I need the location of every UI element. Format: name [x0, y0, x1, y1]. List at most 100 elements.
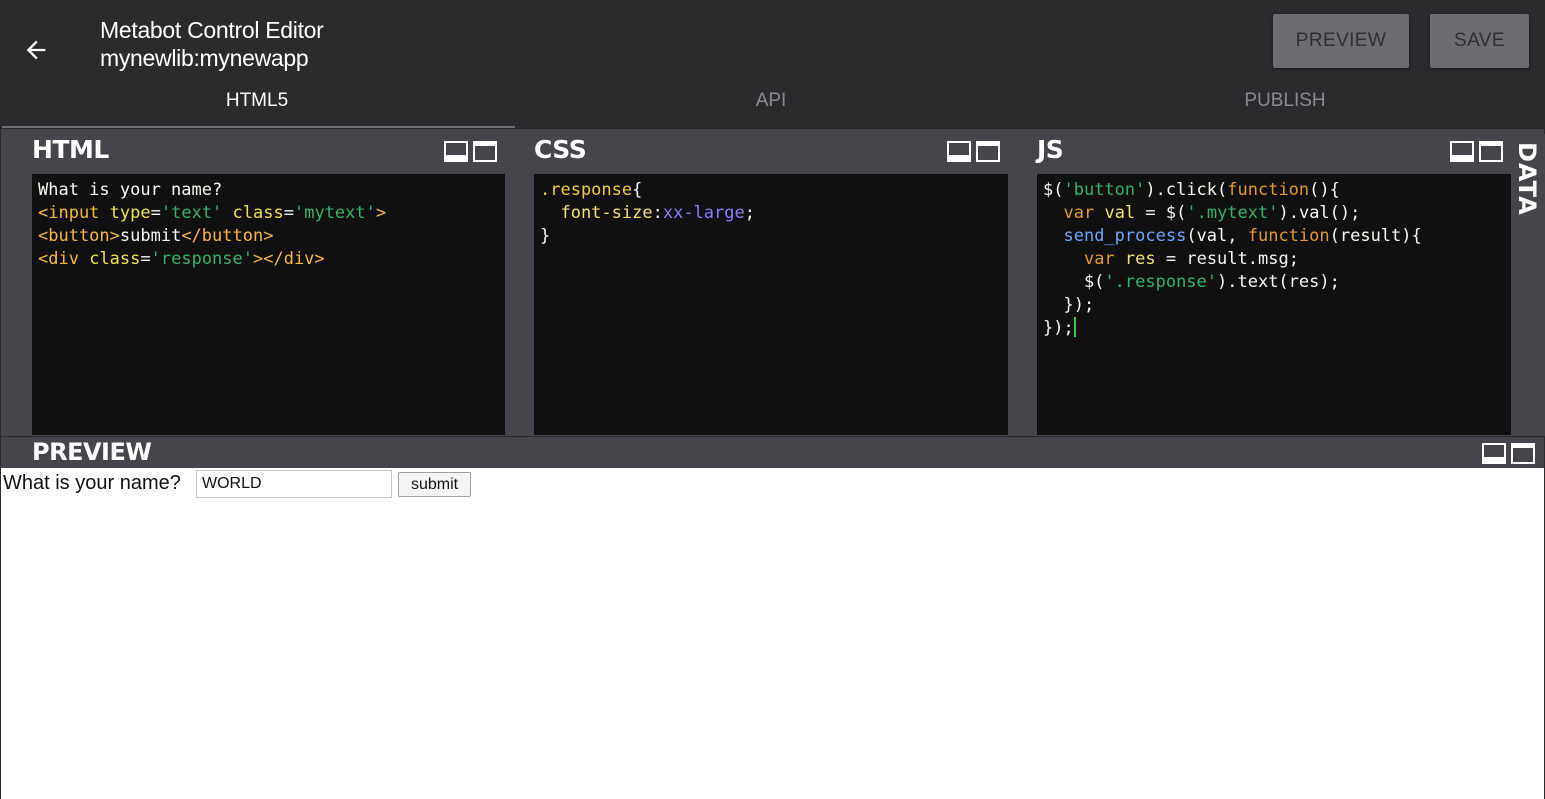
- preview-name-input[interactable]: [196, 470, 392, 498]
- code-token: send_process: [1063, 226, 1187, 246]
- app-bar: Metabot Control Editor mynewlib:mynewapp…: [0, 0, 1545, 130]
- back-button[interactable]: [16, 30, 56, 70]
- code-line: $('button').click(function(){: [1043, 179, 1505, 202]
- minimize-icon[interactable]: [1482, 443, 1506, 464]
- minimize-icon[interactable]: [1450, 141, 1474, 162]
- code-token: =: [283, 203, 294, 223]
- html-panel-title: HTML: [32, 135, 109, 164]
- app-title: Metabot Control Editor: [100, 17, 324, 43]
- code-line: font-size:xx-large;: [540, 202, 1002, 225]
- code-token: </button>: [181, 226, 274, 246]
- maximize-icon[interactable]: [1511, 443, 1535, 464]
- code-token: }: [540, 226, 551, 246]
- maximize-icon[interactable]: [976, 141, 1000, 162]
- preview-panel-header: PREVIEW: [1, 436, 1544, 468]
- code-token: <input: [38, 203, 100, 223]
- code-token: var: [1083, 249, 1115, 269]
- code-line: var val = $('.mytext').val();: [1043, 202, 1505, 225]
- code-line: send_process(val, function(result){: [1043, 225, 1505, 248]
- code-token: <div: [38, 249, 79, 269]
- html-panel-header: HTML: [32, 129, 506, 167]
- code-token: =: [140, 249, 151, 269]
- preview-frame: What is your name? submit: [1, 468, 1544, 799]
- code-token: type: [109, 203, 151, 223]
- code-token: val: [1104, 203, 1136, 223]
- code-line: .response{: [540, 179, 1002, 202]
- js-code-editor[interactable]: $('button').click(function(){ var val = …: [1037, 174, 1511, 435]
- code-token: $(: [1043, 272, 1105, 292]
- code-token: ;: [744, 203, 755, 223]
- css-code-editor[interactable]: .response{ font-size:xx-large;}: [534, 174, 1008, 435]
- code-token: (){: [1309, 180, 1340, 200]
- code-token: ></div>: [253, 249, 325, 269]
- panel-divider[interactable]: [505, 133, 534, 436]
- panel-divider[interactable]: [1008, 133, 1037, 436]
- maximize-icon[interactable]: [1479, 141, 1503, 162]
- code-line: });: [1043, 294, 1505, 317]
- code-line: <button>submit</button>: [38, 225, 499, 248]
- save-button[interactable]: SAVE: [1430, 14, 1529, 68]
- code-token: <button>: [38, 226, 120, 246]
- code-token: });: [1043, 318, 1074, 338]
- preview-question-text: What is your name?: [3, 472, 181, 494]
- code-line: var res = result.msg;: [1043, 248, 1505, 271]
- js-panel-title: JS: [1037, 135, 1064, 164]
- code-token: (val,: [1186, 226, 1248, 246]
- html-code-editor[interactable]: What is your name? <input type='text' cla…: [32, 174, 505, 435]
- data-panel-toggle[interactable]: DATA: [1511, 134, 1545, 436]
- text-cursor: [1073, 317, 1076, 337]
- code-token: $(: [1043, 180, 1064, 200]
- code-token: 'button': [1063, 180, 1146, 200]
- code-token: = result.msg;: [1155, 249, 1299, 269]
- code-token: class: [89, 249, 141, 269]
- code-line: });: [1043, 317, 1505, 340]
- code-token: = $(: [1135, 203, 1187, 223]
- editor-workspace: HTML What is your name? <input type='text…: [0, 128, 1545, 799]
- code-token: class: [232, 203, 284, 223]
- js-panel-header: JS: [1037, 129, 1511, 167]
- maximize-icon[interactable]: [473, 141, 497, 162]
- css-panel-window-controls: [947, 141, 1000, 162]
- code-token: 'mytext': [293, 203, 376, 223]
- preview-panel-title: PREVIEW: [32, 438, 152, 466]
- code-token: submit: [119, 226, 182, 246]
- code-token: ).text(res);: [1217, 272, 1340, 292]
- arrow-left-icon: [26, 40, 46, 60]
- code-token: xx-large: [662, 203, 745, 223]
- data-panel-title: DATA: [1513, 142, 1541, 216]
- code-token: function: [1227, 180, 1310, 200]
- code-line: <input type='text' class='mytext'>: [38, 202, 499, 225]
- minimize-icon[interactable]: [947, 141, 971, 162]
- tab-api[interactable]: API: [514, 82, 1028, 120]
- code-token: =: [150, 203, 161, 223]
- css-panel-title: CSS: [534, 135, 587, 164]
- css-panel-header: CSS: [534, 129, 1008, 167]
- code-line: <div class='response'></div>: [38, 248, 499, 271]
- code-token: ).val();: [1278, 203, 1361, 223]
- js-panel-window-controls: [1450, 141, 1503, 162]
- code-token: function: [1247, 226, 1330, 246]
- preview-submit-button[interactable]: submit: [398, 472, 471, 497]
- tab-publish[interactable]: PUBLISH: [1028, 82, 1542, 120]
- code-token: What is your name?: [38, 180, 223, 200]
- tab-html5[interactable]: HTML5: [0, 82, 514, 120]
- code-token: (result){: [1329, 226, 1422, 246]
- code-token: >: [375, 203, 387, 223]
- code-token: :: [652, 203, 663, 223]
- code-token: font-size: [540, 203, 653, 223]
- code-line: $('.response').text(res);: [1043, 271, 1505, 294]
- minimize-icon[interactable]: [444, 141, 468, 162]
- preview-button[interactable]: PREVIEW: [1273, 14, 1409, 68]
- code-token: '.mytext': [1186, 203, 1279, 223]
- code-token: ).click(: [1145, 180, 1228, 200]
- code-token: 'text': [160, 203, 223, 223]
- code-token: });: [1043, 295, 1095, 315]
- code-token: res: [1124, 249, 1156, 269]
- code-token: '.response': [1104, 272, 1218, 292]
